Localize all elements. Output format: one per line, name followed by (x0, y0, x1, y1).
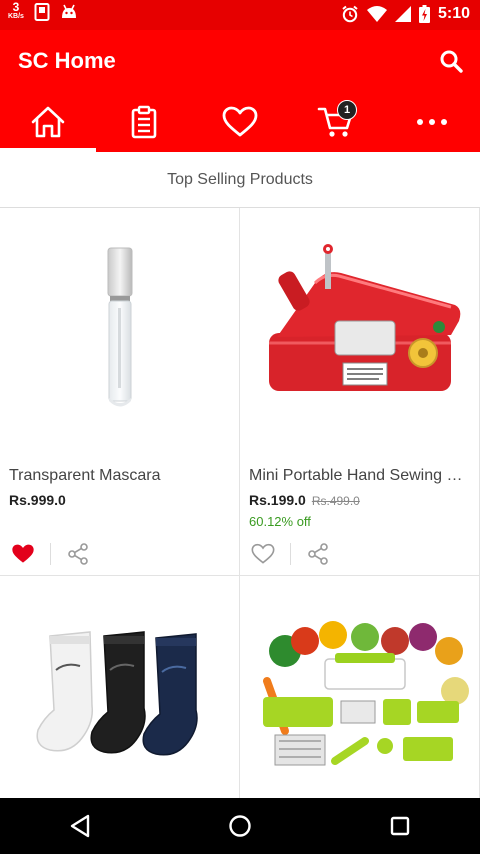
mascara-tube-image (107, 247, 133, 407)
screenshot-notification-icon (34, 3, 50, 21)
product-image-sewing-machine[interactable] (240, 208, 480, 448)
heart-filled-icon (12, 544, 34, 563)
more-icon (417, 119, 447, 125)
network-speed-unit: KB/s (8, 13, 24, 20)
product-card[interactable]: Mini Portable Hand Sewing Machine Rs.199… (240, 208, 480, 576)
tab-home[interactable] (0, 92, 96, 152)
share-icon (68, 543, 88, 565)
action-divider (290, 543, 291, 565)
network-speed-value: 3 (12, 0, 20, 14)
heart-outline-icon (251, 543, 275, 564)
share-icon (308, 543, 328, 565)
product-card[interactable] (240, 576, 480, 798)
clipboard-icon (131, 105, 157, 139)
app-title: SC Home (18, 48, 116, 73)
product-image-mascara[interactable] (0, 208, 240, 448)
network-speed: 3 KB/s (8, 0, 24, 21)
product-title[interactable]: Transparent Mascara (9, 467, 229, 485)
status-bar: 3 KB/s 5:10 (0, 0, 480, 30)
product-grid: Transparent Mascara Rs.999.0 Mini Portab… (0, 208, 480, 798)
recents-icon (390, 816, 410, 836)
wifi-icon (366, 6, 387, 22)
product-image-vegetable-chopper[interactable] (240, 576, 480, 798)
product-price: Rs.199.0 Rs.499.0 (249, 492, 360, 508)
alarm-icon (342, 5, 358, 23)
product-image-socks[interactable] (0, 576, 240, 798)
product-card[interactable] (0, 576, 240, 798)
product-actions (10, 541, 91, 567)
system-navigation-bar (0, 798, 480, 854)
product-card[interactable]: Transparent Mascara Rs.999.0 (0, 208, 240, 576)
back-icon (70, 814, 90, 838)
tab-cart[interactable]: 1 (288, 92, 384, 152)
product-price-value: Rs.199.0 (249, 492, 306, 508)
wishlist-button[interactable] (250, 541, 276, 567)
cell-signal-icon (394, 6, 411, 22)
search-button[interactable] (436, 46, 466, 76)
product-price: Rs.999.0 (9, 492, 66, 508)
tab-orders[interactable] (96, 92, 192, 152)
share-button[interactable] (305, 541, 331, 567)
clock-time: 5:10 (437, 5, 470, 22)
home-icon (31, 106, 65, 138)
home-circle-icon (229, 815, 251, 837)
sewing-machine-image (269, 244, 461, 391)
product-discount: 60.12% off (249, 514, 311, 529)
vegetable-chopper-image (263, 621, 469, 766)
app-bar: SC Home (0, 30, 480, 92)
product-actions (250, 541, 331, 567)
section-title: Top Selling Products (0, 152, 480, 208)
share-button[interactable] (65, 541, 91, 567)
socks-image (36, 631, 198, 756)
wishlist-button[interactable] (10, 541, 36, 567)
android-notification-icon (61, 4, 76, 18)
search-icon (440, 50, 463, 73)
heart-icon (222, 106, 258, 137)
tab-bar: 1 (0, 92, 480, 152)
recents-button[interactable] (370, 798, 430, 854)
battery-charging-icon (418, 5, 430, 23)
product-original-price: Rs.499.0 (311, 494, 360, 508)
back-button[interactable] (50, 798, 110, 854)
product-price-value: Rs.999.0 (9, 492, 66, 508)
cart-count-badge: 1 (337, 100, 357, 120)
tab-wishlist[interactable] (192, 92, 288, 152)
action-divider (50, 543, 51, 565)
home-button[interactable] (210, 798, 270, 854)
product-title[interactable]: Mini Portable Hand Sewing Machine (249, 467, 469, 485)
tab-more[interactable] (384, 92, 480, 152)
